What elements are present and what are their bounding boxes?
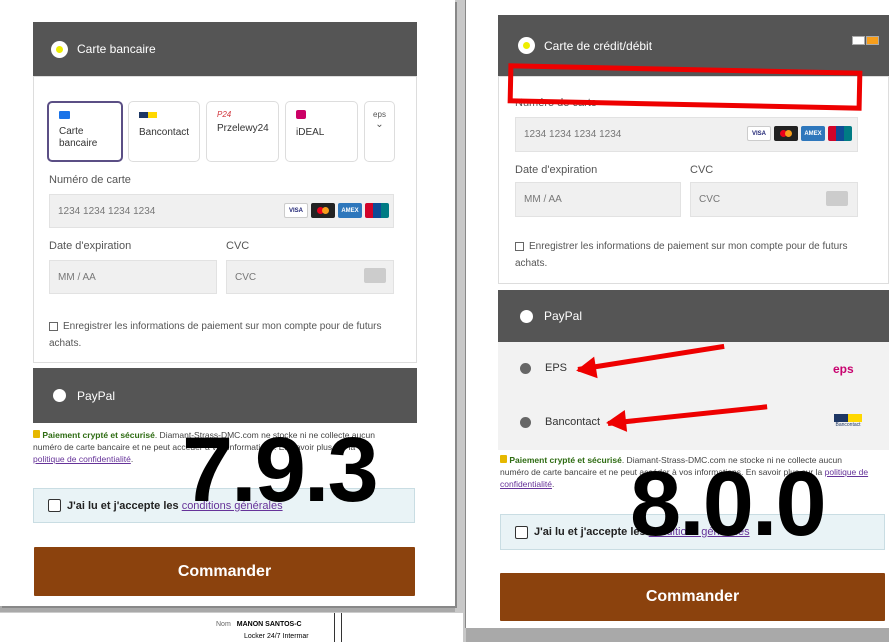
divider <box>334 613 342 642</box>
background-document: Nom MANON SANTOS-C Locker 24/7 Intermar <box>0 612 463 642</box>
address-line-2: Locker 24/7 Intermar <box>244 633 309 640</box>
bancontact-label: Bancontact <box>545 416 601 428</box>
method-label: Carte bancaire <box>59 126 98 149</box>
bancontact-logo-text: Bancontact <box>835 422 861 428</box>
method-label: iDEAL <box>296 127 325 138</box>
red-annotation-box <box>507 63 863 111</box>
cvc-placeholder: CVC <box>699 194 721 205</box>
save-checkbox[interactable] <box>515 241 524 251</box>
method-label: Bancontact <box>139 127 190 138</box>
amex-icon: AMEX <box>338 203 362 218</box>
card-payment-header[interactable]: Carte bancaire <box>33 22 417 76</box>
mastercard-icon <box>311 203 335 218</box>
lock-icon <box>33 430 40 438</box>
card-icon <box>59 111 70 119</box>
paypal-label: PayPal <box>544 309 583 323</box>
amex-icon: AMEX <box>801 126 825 141</box>
red-arrowhead-eps <box>574 356 598 382</box>
paypal-radio[interactable] <box>520 309 533 323</box>
checkout-panel-v793: Carte bancaire Carte bancaire Bancontact… <box>0 0 455 606</box>
terms-checkbox[interactable] <box>515 525 528 539</box>
secure-bold: Paiement crypté et sécurisé <box>42 430 155 440</box>
save-label: Enregistrer les informations de paiement… <box>49 321 382 349</box>
secure-bold: Paiement crypté et sécurisé <box>509 455 622 465</box>
expiry-label: Date d'expiration <box>515 164 598 176</box>
cvc-label: CVC <box>690 164 714 176</box>
card-brands-icon <box>852 36 879 45</box>
mastercard-icon <box>774 126 798 141</box>
visa-icon: VISA <box>284 203 308 218</box>
cvc-label: CVC <box>226 240 250 252</box>
eps-icon: eps <box>373 110 386 119</box>
bancontact-icon: Bancontact <box>834 414 862 428</box>
cvc-placeholder: CVC <box>235 271 257 283</box>
przelewy24-icon: P24 <box>217 110 232 119</box>
save-card-option[interactable]: Enregistrer les informations de paiement… <box>49 318 389 352</box>
method-tile-przelewy24[interactable]: P24 Przelewy24 <box>206 101 279 162</box>
eps-option[interactable]: EPS <box>520 362 567 374</box>
order-button[interactable]: Commander <box>34 547 415 596</box>
unionpay-icon <box>828 126 852 141</box>
lock-icon <box>500 455 507 463</box>
card-payment-label: Carte bancaire <box>77 42 156 56</box>
card-brand-icons: VISA AMEX <box>747 126 852 141</box>
version-overlay: 8.0.0 <box>630 453 827 555</box>
bancontact-option[interactable]: Bancontact <box>520 416 600 428</box>
selected-radio-icon[interactable] <box>520 39 533 52</box>
paypal-radio[interactable] <box>53 389 66 402</box>
cvc-card-icon <box>826 191 848 206</box>
paypal-header[interactable]: PayPal <box>498 290 889 342</box>
address-line: Nom MANON SANTOS-C <box>216 621 302 628</box>
expiry-placeholder: MM / AA <box>524 194 562 205</box>
alt-methods <box>498 342 889 450</box>
eps-label: EPS <box>545 362 568 374</box>
card-brand-icons: VISA AMEX <box>284 203 389 218</box>
save-card-option[interactable]: Enregistrer les informations de paiement… <box>515 238 855 272</box>
ideal-icon <box>296 110 306 119</box>
visa-icon: VISA <box>747 126 771 141</box>
save-label: Enregistrer les informations de paiement… <box>515 241 848 269</box>
unionpay-icon <box>365 203 389 218</box>
card-payment-label: Carte de crédit/débit <box>544 38 653 53</box>
eps-icon: eps <box>833 362 854 376</box>
cvc-card-icon <box>364 268 386 283</box>
red-arrowhead-bancontact <box>604 410 628 434</box>
bancontact-icon <box>139 112 157 118</box>
expiry-input[interactable]: MM / AA <box>49 260 217 294</box>
expiry-input[interactable]: MM / AA <box>515 182 681 217</box>
eps-radio[interactable] <box>520 362 531 374</box>
order-button[interactable]: Commander <box>500 573 885 621</box>
paypal-header[interactable]: PayPal <box>33 368 417 423</box>
window-gap <box>455 0 466 642</box>
card-number-placeholder: 1234 1234 1234 1234 <box>58 205 156 217</box>
name-label: Nom <box>216 621 231 628</box>
save-checkbox[interactable] <box>49 321 58 331</box>
terms-text: J'ai lu et j'accepte les <box>534 526 646 538</box>
expiry-placeholder: MM / AA <box>58 271 96 283</box>
method-tile-card[interactable]: Carte bancaire <box>47 101 123 162</box>
version-overlay: 7.9.3 <box>182 419 379 521</box>
expiry-label: Date d'expiration <box>49 240 132 252</box>
terms-checkbox[interactable] <box>48 499 61 512</box>
name-value: MANON SANTOS-C <box>236 621 302 628</box>
paypal-label: PayPal <box>77 388 116 403</box>
more-methods-dropdown[interactable]: eps ⌄ <box>364 101 395 162</box>
privacy-link[interactable]: politique de confidentialité <box>33 454 131 464</box>
checkout-panel-v800: Carte de crédit/débit Numéro de carte 12… <box>466 0 889 628</box>
method-label: Przelewy24 <box>217 123 269 134</box>
method-tile-ideal[interactable]: iDEAL <box>285 101 358 162</box>
bancontact-radio[interactable] <box>520 416 531 428</box>
chevron-down-icon: ⌄ <box>375 119 384 130</box>
terms-text: J'ai lu et j'accepte les <box>67 499 179 512</box>
selected-radio-icon[interactable] <box>53 42 66 56</box>
card-number-label: Numéro de carte <box>49 174 131 186</box>
card-number-placeholder: 1234 1234 1234 1234 <box>524 129 622 140</box>
method-tile-bancontact[interactable]: Bancontact <box>128 101 200 162</box>
